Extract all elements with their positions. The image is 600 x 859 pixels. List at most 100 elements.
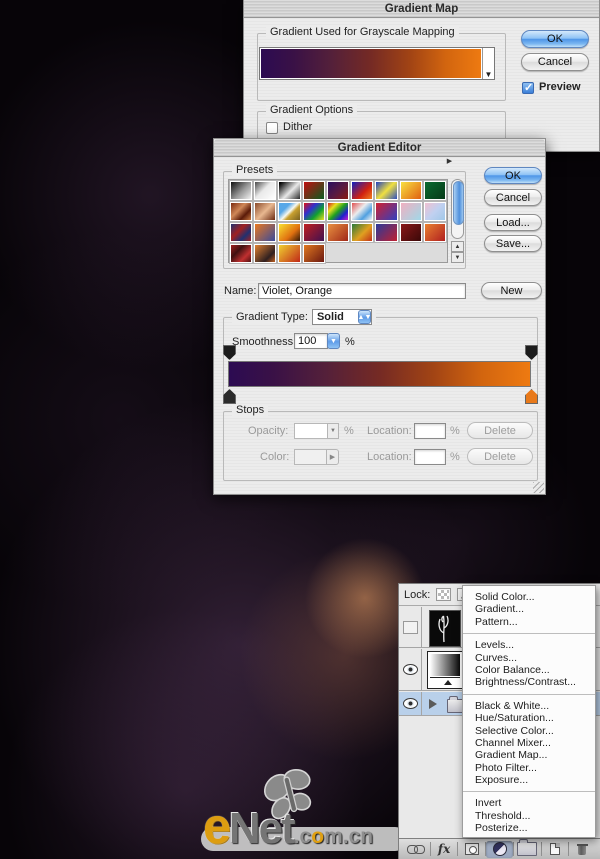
presets-flyout-button[interactable]: ▶ bbox=[444, 155, 455, 166]
visibility-toggle[interactable] bbox=[399, 607, 422, 647]
resize-grip[interactable] bbox=[533, 482, 544, 493]
menu-item-black-white[interactable]: Black & White... bbox=[463, 700, 595, 712]
gradient-preset-swatch[interactable] bbox=[375, 223, 397, 242]
percent-label: % bbox=[344, 425, 354, 437]
opacity-dropdown[interactable]: ▼ bbox=[327, 423, 339, 439]
gradient-preset-swatch[interactable] bbox=[278, 181, 300, 200]
gradient-preset-swatch[interactable] bbox=[375, 181, 397, 200]
gradient-preset-swatch[interactable] bbox=[278, 223, 300, 242]
smoothness-input[interactable]: 100 bbox=[294, 333, 328, 349]
gradient-preset-swatch[interactable] bbox=[351, 202, 373, 221]
new-button[interactable]: New bbox=[481, 282, 542, 299]
opacity-input[interactable] bbox=[294, 423, 328, 439]
gradient-preset-swatch[interactable] bbox=[230, 181, 252, 200]
gradient-preset-swatch[interactable] bbox=[278, 244, 300, 263]
cancel-button[interactable]: Cancel bbox=[484, 189, 542, 206]
color-swatch[interactable] bbox=[294, 449, 327, 465]
scroll-down-button[interactable]: ▼ bbox=[451, 252, 464, 263]
menu-item-gradient[interactable]: Gradient... bbox=[463, 603, 595, 615]
delete-opacity-button[interactable]: Delete bbox=[467, 422, 533, 439]
gradient-preset-swatch[interactable] bbox=[327, 223, 349, 242]
gradient-editor-titlebar[interactable]: Gradient Editor bbox=[214, 139, 545, 157]
presets-scrollbar[interactable] bbox=[451, 179, 464, 239]
gradient-preset-swatch[interactable] bbox=[230, 223, 252, 242]
smoothness-dropdown[interactable]: ▼ bbox=[327, 333, 340, 349]
load-button[interactable]: Load... bbox=[484, 214, 542, 231]
delete-color-button[interactable]: Delete bbox=[467, 448, 533, 465]
gradient-preset-swatch[interactable] bbox=[303, 202, 325, 221]
visibility-toggle[interactable] bbox=[399, 692, 422, 715]
adjustment-layer-button[interactable] bbox=[486, 841, 513, 858]
menu-item-pattern[interactable]: Pattern... bbox=[463, 616, 595, 628]
cancel-button[interactable]: Cancel bbox=[521, 53, 589, 71]
menu-item-channel-mixer[interactable]: Channel Mixer... bbox=[463, 737, 595, 749]
name-input[interactable]: Violet, Orange bbox=[258, 283, 466, 299]
menu-item-curves[interactable]: Curves... bbox=[463, 652, 595, 664]
gradient-preset-swatch[interactable] bbox=[400, 202, 422, 221]
gradient-preset-swatch[interactable] bbox=[303, 244, 325, 263]
menu-item-threshold[interactable]: Threshold... bbox=[463, 810, 595, 822]
gradient-preset-swatch[interactable] bbox=[351, 181, 373, 200]
adjustment-layer-thumbnail[interactable] bbox=[427, 651, 463, 689]
gradient-map-titlebar[interactable]: Gradient Map bbox=[244, 0, 599, 18]
expand-arrow-icon[interactable] bbox=[429, 699, 437, 709]
menu-item-posterize[interactable]: Posterize... bbox=[463, 822, 595, 834]
gradient-preset-swatch[interactable] bbox=[303, 181, 325, 200]
chevron-down-icon: ▼ bbox=[485, 70, 493, 79]
color-picker-arrow[interactable]: ▶ bbox=[326, 449, 339, 465]
new-label: New bbox=[500, 285, 522, 297]
color-location-input[interactable] bbox=[414, 449, 446, 465]
menu-item-invert[interactable]: Invert bbox=[463, 797, 595, 809]
gradient-edit-bar[interactable] bbox=[228, 361, 531, 387]
gradient-preset-swatch[interactable] bbox=[327, 181, 349, 200]
gradient-preset-swatch[interactable] bbox=[424, 202, 446, 221]
gradient-preset-swatch[interactable] bbox=[400, 181, 422, 200]
menu-item-color-balance[interactable]: Color Balance... bbox=[463, 664, 595, 676]
gradient-preset-swatch[interactable] bbox=[254, 202, 276, 221]
scroll-up-button[interactable]: ▲ bbox=[451, 241, 464, 252]
menu-item-solid-color[interactable]: Solid Color... bbox=[463, 591, 595, 603]
gradient-preset-swatch[interactable] bbox=[375, 202, 397, 221]
gradient-picker-arrow[interactable]: ▼ bbox=[482, 48, 494, 79]
plant-sprig-icon bbox=[430, 611, 458, 644]
menu-item-selective-color[interactable]: Selective Color... bbox=[463, 725, 595, 737]
opacity-location-input[interactable] bbox=[414, 423, 446, 439]
gradient-preset-swatch[interactable] bbox=[278, 202, 300, 221]
menu-item-hue-saturation[interactable]: Hue/Saturation... bbox=[463, 712, 595, 724]
gradient-preset-swatch[interactable] bbox=[230, 202, 252, 221]
scrollbar-thumb[interactable] bbox=[453, 181, 464, 225]
menu-item-photo-filter[interactable]: Photo Filter... bbox=[463, 762, 595, 774]
menu-item-gradient-map[interactable]: Gradient Map... bbox=[463, 749, 595, 761]
gradient-preset-swatch[interactable] bbox=[351, 223, 373, 242]
preview-checkbox[interactable] bbox=[522, 82, 534, 94]
gradient-preset-swatch[interactable] bbox=[254, 244, 276, 263]
dither-checkbox[interactable] bbox=[266, 122, 278, 134]
gradient-preset-swatch[interactable] bbox=[424, 223, 446, 242]
lock-transparency-button[interactable] bbox=[436, 588, 451, 601]
gradient-preview-bar[interactable] bbox=[261, 49, 481, 78]
menu-item-levels[interactable]: Levels... bbox=[463, 639, 595, 651]
visibility-toggle[interactable] bbox=[399, 649, 422, 690]
gradient-preset-swatch[interactable] bbox=[327, 202, 349, 221]
gradient-preset-swatch[interactable] bbox=[400, 223, 422, 242]
fx-button[interactable]: fx bbox=[431, 841, 458, 858]
gradient-preset-swatch[interactable] bbox=[254, 181, 276, 200]
menu-item-brightness-contrast[interactable]: Brightness/Contrast... bbox=[463, 676, 595, 688]
gradient-preset-swatch[interactable] bbox=[230, 244, 252, 263]
link-button[interactable] bbox=[403, 841, 430, 858]
trash-button[interactable] bbox=[569, 841, 596, 858]
layer-thumbnail[interactable] bbox=[429, 610, 461, 647]
ok-button[interactable]: OK bbox=[484, 167, 542, 184]
group-button[interactable] bbox=[514, 841, 541, 858]
save-button[interactable]: Save... bbox=[484, 235, 542, 252]
gradient-preset-swatch[interactable] bbox=[254, 223, 276, 242]
adjustment-layer-menu: Solid Color...Gradient...Pattern... Level… bbox=[462, 585, 596, 838]
new-layer-button[interactable] bbox=[542, 841, 569, 858]
gradient-preview-well[interactable]: ▼ bbox=[259, 47, 495, 80]
ok-button[interactable]: OK bbox=[521, 30, 589, 48]
layer-mask-button[interactable] bbox=[458, 841, 485, 858]
menu-item-exposure[interactable]: Exposure... bbox=[463, 774, 595, 786]
gradient-preset-swatch[interactable] bbox=[303, 223, 325, 242]
gradient-preset-swatch[interactable] bbox=[424, 181, 446, 200]
gradient-type-select[interactable]: Solid ▲▼ bbox=[312, 309, 372, 325]
